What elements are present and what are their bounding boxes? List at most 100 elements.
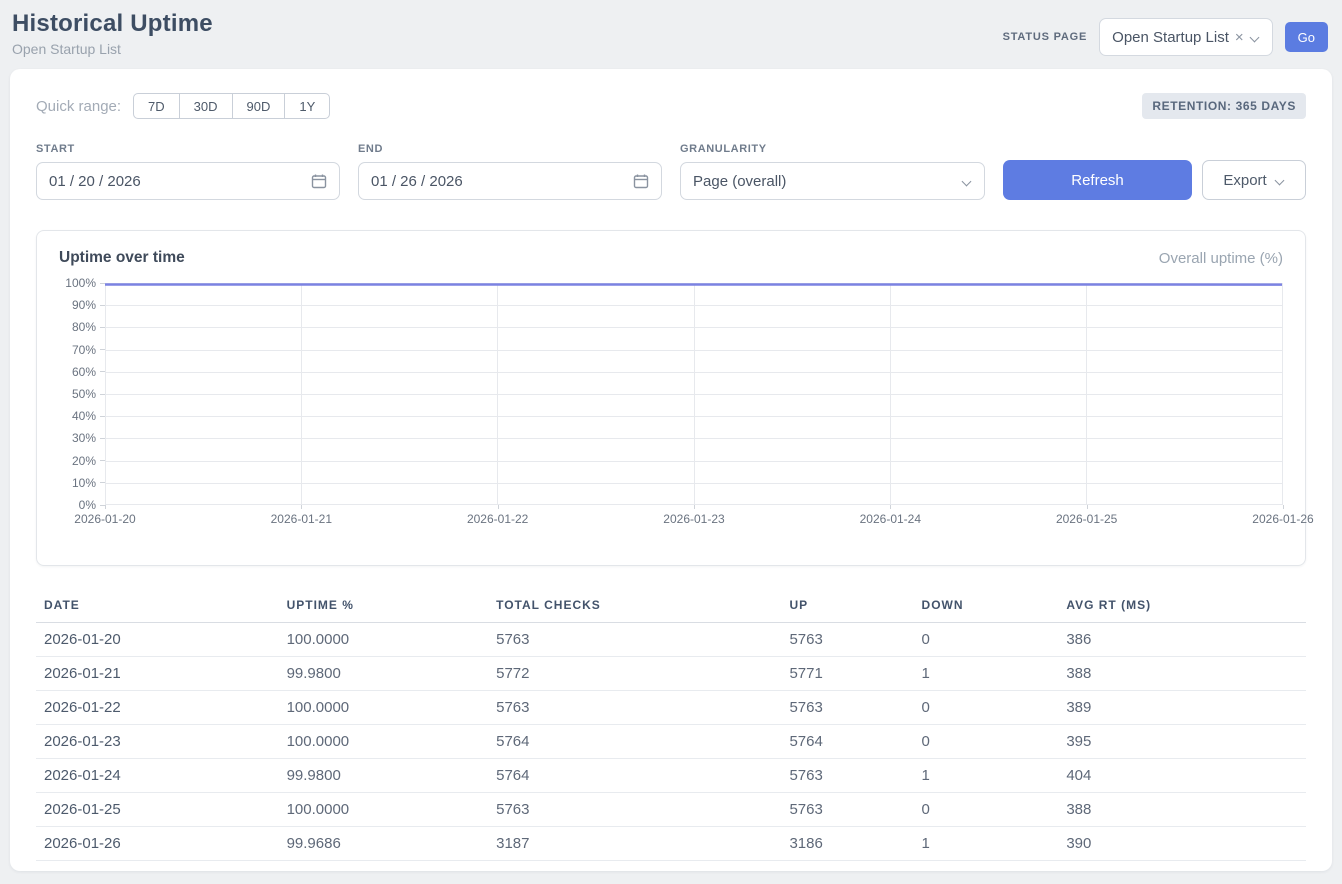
x-tick-label: 2026-01-21: [271, 512, 332, 526]
quick-range-30d[interactable]: 30D: [179, 93, 233, 119]
status-controls: STATUS PAGE Open Startup List × Go: [1003, 18, 1328, 56]
table-cell: 390: [1058, 827, 1306, 861]
y-tick-label: 60%: [72, 365, 96, 379]
start-label: START: [36, 143, 340, 155]
table-cell: 2026-01-20: [36, 623, 279, 657]
y-axis-tick: 30%: [72, 431, 105, 445]
x-tick-label: 2026-01-26: [1252, 512, 1313, 526]
table-cell: 2026-01-26: [36, 827, 279, 861]
end-field: END 01 / 26 / 2026: [358, 143, 662, 200]
table-cell: 389: [1058, 691, 1306, 725]
table-cell: 5764: [781, 725, 913, 759]
title-block: Historical Uptime Open Startup List: [12, 10, 213, 57]
y-axis-tick: 100%: [65, 276, 105, 290]
table-cell: 5763: [781, 793, 913, 827]
chevron-down-icon: [1250, 32, 1260, 42]
table-head: DATEUPTIME %TOTAL CHECKSUPDOWNAVG RT (MS…: [36, 590, 1306, 623]
chevron-down-icon: [962, 176, 972, 186]
table-cell: 99.9800: [279, 759, 489, 793]
y-axis-tick: 40%: [72, 409, 105, 423]
x-tick-mark: [1283, 505, 1284, 509]
column-header: TOTAL CHECKS: [488, 590, 781, 623]
table-cell: 2026-01-22: [36, 691, 279, 725]
x-tick-label: 2026-01-20: [74, 512, 135, 526]
table-cell: 3186: [781, 827, 913, 861]
table-cell: 404: [1058, 759, 1306, 793]
table-cell: 100.0000: [279, 793, 489, 827]
y-axis-tick: 20%: [72, 454, 105, 468]
y-tick-label: 0%: [79, 498, 96, 512]
y-axis-tick: 60%: [72, 365, 105, 379]
y-axis-tick: 50%: [72, 387, 105, 401]
granularity-label: GRANULARITY: [680, 143, 985, 155]
y-axis-tick: 0%: [79, 498, 105, 512]
status-page-select[interactable]: Open Startup List ×: [1099, 18, 1273, 56]
y-axis-tick: 70%: [72, 343, 105, 357]
table-cell: 5772: [488, 657, 781, 691]
chart-header: Uptime over time Overall uptime (%): [59, 249, 1283, 267]
uptime-chart-card: Uptime over time Overall uptime (%) 0% 10…: [36, 230, 1306, 566]
table-cell: 1: [914, 827, 1059, 861]
start-date-value: 01 / 20 / 2026: [49, 173, 311, 190]
uptime-line-chart: [105, 283, 1283, 505]
table-cell: 386: [1058, 623, 1306, 657]
column-header: UPTIME %: [279, 590, 489, 623]
table-cell: 0: [914, 725, 1059, 759]
quick-range-90d[interactable]: 90D: [232, 93, 286, 119]
table-header-row: DATEUPTIME %TOTAL CHECKSUPDOWNAVG RT (MS…: [36, 590, 1306, 623]
table-row: 2026-01-23100.0000576457640395: [36, 725, 1306, 759]
granularity-value: Page (overall): [693, 173, 962, 190]
chart-area: 0%10%20%30%40%50%60%70%80%90%100%: [59, 283, 1283, 505]
table-row: 2026-01-25100.0000576357630388: [36, 793, 1306, 827]
end-date-input[interactable]: 01 / 26 / 2026: [358, 162, 662, 200]
table-cell: 5763: [781, 759, 913, 793]
y-tick-label: 70%: [72, 343, 96, 357]
table-cell: 100.0000: [279, 623, 489, 657]
refresh-button[interactable]: Refresh: [1003, 160, 1192, 200]
quick-range-label: Quick range:: [36, 98, 121, 115]
end-date-value: 01 / 26 / 2026: [371, 173, 633, 190]
quick-range-1y[interactable]: 1Y: [284, 93, 330, 119]
y-axis-tick: 80%: [72, 320, 105, 334]
quick-range-group: 7D30D90D1Y: [133, 93, 330, 119]
table-cell: 0: [914, 691, 1059, 725]
x-tick-mark: [890, 505, 891, 509]
quick-range-7d[interactable]: 7D: [133, 93, 180, 119]
table-cell: 5771: [781, 657, 913, 691]
x-tick-mark: [1087, 505, 1088, 509]
table-cell: 388: [1058, 793, 1306, 827]
column-header: AVG RT (MS): [1058, 590, 1306, 623]
granularity-select[interactable]: Page (overall): [680, 162, 985, 200]
x-tick-label: 2026-01-22: [467, 512, 528, 526]
table-cell: 395: [1058, 725, 1306, 759]
table-cell: 5763: [488, 691, 781, 725]
table-cell: 0: [914, 793, 1059, 827]
calendar-icon[interactable]: [633, 173, 649, 189]
export-button[interactable]: Export: [1202, 160, 1306, 200]
export-label: Export: [1223, 172, 1266, 189]
end-label: END: [358, 143, 662, 155]
x-tick-mark: [105, 505, 106, 509]
retention-badge: RETENTION: 365 DAYS: [1142, 93, 1306, 119]
chart-legend: Overall uptime (%): [1159, 250, 1283, 267]
x-tick-label: 2026-01-24: [860, 512, 921, 526]
go-button[interactable]: Go: [1285, 22, 1328, 52]
start-date-input[interactable]: 01 / 20 / 2026: [36, 162, 340, 200]
start-field: START 01 / 20 / 2026: [36, 143, 340, 200]
table-cell: 2026-01-24: [36, 759, 279, 793]
y-tick-label: 20%: [72, 454, 96, 468]
uptime-table: DATEUPTIME %TOTAL CHECKSUPDOWNAVG RT (MS…: [36, 590, 1306, 861]
y-tick-label: 40%: [72, 409, 96, 423]
header-bar: Historical Uptime Open Startup List STAT…: [0, 0, 1342, 65]
clear-selection-icon[interactable]: ×: [1235, 29, 1244, 46]
calendar-icon[interactable]: [311, 173, 327, 189]
table-cell: 1: [914, 759, 1059, 793]
table-row: 2026-01-2699.9686318731861390: [36, 827, 1306, 861]
table-cell: 5763: [488, 793, 781, 827]
table-row: 2026-01-20100.0000576357630386: [36, 623, 1306, 657]
table-cell: 1: [914, 657, 1059, 691]
x-tick-mark: [498, 505, 499, 509]
granularity-field: GRANULARITY Page (overall): [680, 143, 985, 200]
quick-range-row: Quick range: 7D30D90D1Y RETENTION: 365 D…: [36, 93, 1306, 119]
chevron-down-icon: [1275, 175, 1285, 185]
